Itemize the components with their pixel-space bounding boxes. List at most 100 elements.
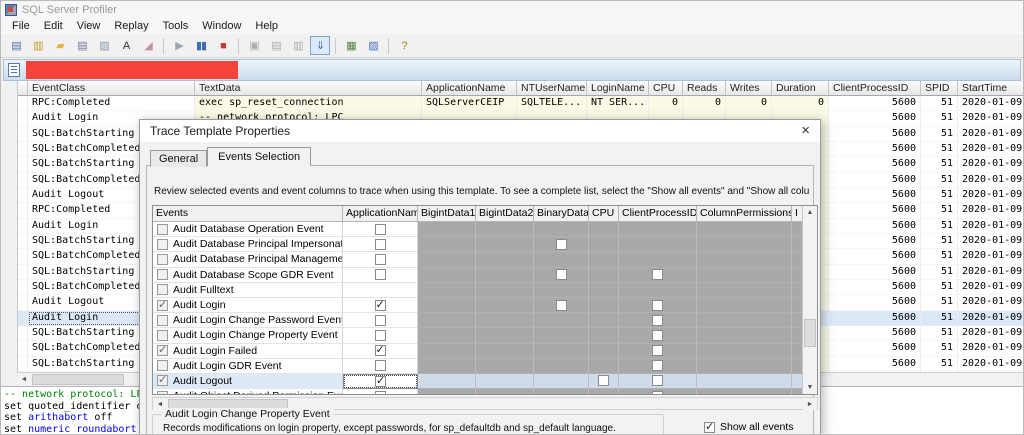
clientprocessid-checkbox[interactable] — [652, 391, 663, 395]
applicationname-checkbox[interactable] — [375, 269, 386, 280]
event-checkbox[interactable] — [157, 300, 168, 311]
applicationname-checkbox[interactable] — [375, 224, 386, 235]
column-header-appName[interactable]: ApplicationName — [422, 81, 517, 96]
scroll-right-icon[interactable]: ► — [803, 398, 817, 410]
new-template-icon[interactable]: ▥ — [28, 36, 48, 55]
menu-replay[interactable]: Replay — [107, 19, 155, 33]
close-icon[interactable]: × — [801, 121, 810, 141]
event-cell-binarydata[interactable] — [534, 237, 589, 252]
event-checkbox[interactable] — [157, 269, 168, 280]
column-header-spid[interactable]: SPID — [921, 81, 958, 96]
grid-view-icon[interactable]: ▦ — [341, 36, 361, 55]
events-grid-vscrollbar[interactable]: ▲ ▼ — [802, 206, 817, 394]
menu-file[interactable]: File — [5, 19, 37, 33]
events-column-header[interactable]: ApplicationName — [343, 206, 418, 222]
clientprocessid-checkbox[interactable] — [652, 345, 663, 356]
applicationname-checkbox[interactable] — [375, 254, 386, 265]
event-cell-events[interactable]: Audit Database Operation Event — [153, 222, 343, 237]
event-cell-clientprocessid[interactable] — [619, 313, 697, 328]
event-cell-events[interactable]: Audit Login GDR Event — [153, 359, 343, 374]
event-cell-events[interactable]: Audit Logout — [153, 374, 343, 389]
event-cell-clientprocessid[interactable] — [619, 268, 697, 283]
clientprocessid-checkbox[interactable] — [652, 360, 663, 371]
clientprocessid-checkbox[interactable] — [652, 300, 663, 311]
menu-tools[interactable]: Tools — [156, 19, 196, 33]
event-cell-events[interactable]: Audit Object Derived Permission Event — [153, 389, 343, 395]
event-checkbox[interactable] — [157, 330, 168, 341]
applicationname-checkbox[interactable] — [375, 239, 386, 250]
start-replay-icon[interactable]: ▶ — [169, 36, 189, 55]
event-cell-applicationname[interactable] — [343, 328, 418, 343]
event-cell-applicationname[interactable] — [343, 222, 418, 237]
event-cell-events[interactable]: Audit Login Failed — [153, 344, 343, 359]
event-checkbox[interactable] — [157, 360, 168, 371]
event-cell-events[interactable]: Audit Database Principal Manageme... — [153, 252, 343, 267]
event-cell-applicationname[interactable] — [343, 298, 418, 313]
cpu-checkbox[interactable] — [598, 375, 609, 386]
applicationname-checkbox[interactable] — [375, 300, 386, 311]
event-cell-applicationname[interactable] — [343, 283, 418, 298]
event-checkbox[interactable] — [157, 254, 168, 265]
event-cell-clientprocessid[interactable] — [619, 389, 697, 395]
find-icon[interactable]: A — [116, 36, 136, 55]
event-cell-applicationname[interactable] — [343, 252, 418, 267]
event-cell-cpu[interactable] — [589, 374, 619, 389]
event-row[interactable]: Audit Database Operation Event — [153, 222, 817, 237]
column-header-cpu[interactable]: CPU — [649, 81, 683, 96]
event-cell-events[interactable]: Audit Database Scope GDR Event — [153, 268, 343, 283]
menu-help[interactable]: Help — [248, 19, 285, 33]
column-header-ntUserName[interactable]: NTUserName — [517, 81, 587, 96]
help-icon[interactable]: ? — [394, 36, 414, 55]
event-cell-binarydata[interactable] — [534, 268, 589, 283]
event-cell-clientprocessid[interactable] — [619, 328, 697, 343]
column-header-startTime[interactable]: StartTime — [958, 81, 1023, 96]
events-column-header[interactable]: ColumnPermissions — [697, 206, 792, 222]
events-column-header[interactable]: BinaryData — [534, 206, 589, 222]
events-column-header[interactable]: CPU — [589, 206, 619, 222]
event-checkbox[interactable] — [157, 375, 168, 386]
event-row[interactable]: Audit Fulltext — [153, 283, 817, 298]
applicationname-checkbox[interactable] — [375, 330, 386, 341]
menu-edit[interactable]: Edit — [37, 19, 70, 33]
pause-icon[interactable]: ▮▮ — [191, 36, 211, 55]
event-cell-events[interactable]: Audit Database Principal Impersonati... — [153, 237, 343, 252]
column-header-duration[interactable]: Duration — [772, 81, 829, 96]
event-cell-applicationname[interactable] — [343, 268, 418, 283]
binarydata-checkbox[interactable] — [556, 300, 567, 311]
tab-events-selection[interactable]: Events Selection — [207, 147, 311, 166]
column-header-sel[interactable] — [18, 81, 28, 96]
menu-view[interactable]: View — [70, 19, 108, 33]
column-header-eventClass[interactable]: EventClass — [28, 81, 195, 96]
clientprocessid-checkbox[interactable] — [652, 330, 663, 341]
event-row[interactable]: Audit Login GDR Event — [153, 359, 817, 374]
event-cell-clientprocessid[interactable] — [619, 298, 697, 313]
scroll-up-icon[interactable]: ▲ — [803, 206, 817, 219]
trace-row[interactable]: RPC:Completedexec sp_reset_connectionSQL… — [18, 96, 1023, 111]
applicationname-checkbox[interactable] — [375, 376, 386, 387]
binarydata-checkbox[interactable] — [556, 269, 567, 280]
events-column-header[interactable]: BigintData1 — [418, 206, 476, 222]
binarydata-checkbox[interactable] — [556, 239, 567, 250]
column-header-textData[interactable]: TextData — [195, 81, 422, 96]
event-row[interactable]: Audit Object Derived Permission Event — [153, 389, 817, 395]
event-checkbox[interactable] — [157, 239, 168, 250]
clientprocessid-checkbox[interactable] — [652, 315, 663, 326]
applicationname-checkbox[interactable] — [375, 391, 386, 395]
clientprocessid-checkbox[interactable] — [652, 375, 663, 386]
chart-view-icon[interactable]: ▨ — [363, 36, 383, 55]
event-row[interactable]: Audit Login Failed — [153, 344, 817, 359]
event-checkbox[interactable] — [157, 391, 168, 395]
column-header-reads[interactable]: Reads — [683, 81, 726, 96]
event-row[interactable]: Audit Login — [153, 298, 817, 313]
stop-icon[interactable]: ■ — [213, 36, 233, 55]
font-window-icon[interactable]: ▥ — [288, 36, 308, 55]
eraser-icon[interactable]: ◢ — [138, 36, 158, 55]
event-row[interactable]: Audit Database Scope GDR Event — [153, 268, 817, 283]
applicationname-checkbox[interactable] — [375, 360, 386, 371]
event-cell-applicationname[interactable] — [343, 374, 418, 389]
events-column-header[interactable]: Events — [153, 206, 343, 222]
event-cell-events[interactable]: Audit Login Change Password Event — [153, 313, 343, 328]
event-cell-applicationname[interactable] — [343, 313, 418, 328]
event-row[interactable]: Audit Database Principal Manageme... — [153, 252, 817, 267]
events-column-header[interactable]: BigintData2 — [476, 206, 534, 222]
